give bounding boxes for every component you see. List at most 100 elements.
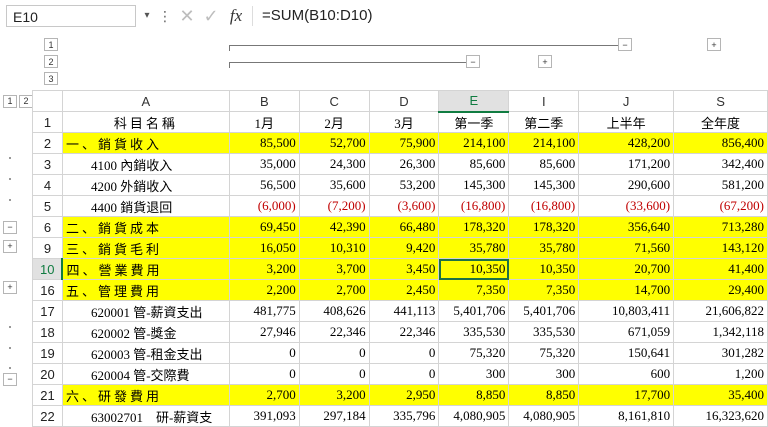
value-cell[interactable]: 3,200 <box>228 258 300 280</box>
row-header[interactable]: 22 <box>32 405 63 427</box>
value-cell[interactable]: 16,050 <box>228 237 300 259</box>
value-cell[interactable]: 8,161,810 <box>578 405 675 427</box>
column-header-d[interactable]: D <box>368 90 440 112</box>
value-cell[interactable]: 0 <box>368 342 440 364</box>
column-title-cell[interactable]: 上半年 <box>578 111 675 133</box>
value-cell[interactable]: 3,200 <box>298 384 370 406</box>
value-cell[interactable]: 8,850 <box>508 384 580 406</box>
cancel-icon[interactable]: ✕ <box>178 5 196 27</box>
value-cell[interactable]: 56,500 <box>228 174 300 196</box>
row-header[interactable]: 16 <box>32 279 63 301</box>
value-cell[interactable]: 581,200 <box>673 174 768 196</box>
value-cell[interactable]: (7,200) <box>298 195 370 217</box>
row-header[interactable]: 3 <box>32 153 63 175</box>
value-cell[interactable]: 10,350 <box>508 258 580 280</box>
account-name-cell[interactable]: 四、營業費用 <box>61 258 230 280</box>
account-name-cell[interactable]: 620001 管-薪資支出 <box>61 300 230 322</box>
value-cell[interactable]: 85,600 <box>508 153 580 175</box>
value-cell[interactable]: 391,093 <box>228 405 300 427</box>
value-cell[interactable]: 145,300 <box>438 174 510 196</box>
value-cell[interactable]: 3,700 <box>298 258 370 280</box>
value-cell[interactable]: 66,480 <box>368 216 440 238</box>
value-cell[interactable]: 4,080,905 <box>508 405 580 427</box>
value-cell[interactable]: 297,184 <box>298 405 370 427</box>
row-header[interactable]: 1 <box>32 111 63 133</box>
value-cell[interactable]: 35,780 <box>438 237 510 259</box>
row-header[interactable]: 6 <box>32 216 63 238</box>
account-name-cell[interactable]: 一、銷貨收入 <box>61 132 230 154</box>
value-cell[interactable]: 22,346 <box>368 321 440 343</box>
expand-row-group-button[interactable]: + <box>3 240 17 253</box>
value-cell[interactable]: 35,780 <box>508 237 580 259</box>
column-title-cell[interactable]: 第一季 <box>438 111 510 133</box>
row-header[interactable]: 21 <box>32 384 63 406</box>
value-cell[interactable]: 3,450 <box>368 258 440 280</box>
value-cell[interactable]: 53,200 <box>368 174 440 196</box>
value-cell[interactable]: 10,310 <box>298 237 370 259</box>
value-cell[interactable]: 24,300 <box>298 153 370 175</box>
account-name-cell[interactable]: 二、銷貨成本 <box>61 216 230 238</box>
value-cell[interactable]: 2,950 <box>368 384 440 406</box>
value-cell[interactable]: 4,080,905 <box>438 405 510 427</box>
value-cell[interactable]: 0 <box>298 342 370 364</box>
row-header[interactable]: 9 <box>32 237 63 259</box>
account-name-cell[interactable]: 620002 管-獎金 <box>61 321 230 343</box>
name-box[interactable]: E10 <box>6 5 136 27</box>
value-cell[interactable]: 5,401,706 <box>508 300 580 322</box>
column-header-i[interactable]: I <box>508 90 580 112</box>
expand-group-button[interactable]: + <box>707 38 721 51</box>
row-outline-level-1-button[interactable]: 1 <box>3 95 17 108</box>
account-name-cell[interactable]: 4100 內銷收入 <box>61 153 230 175</box>
value-cell[interactable]: 600 <box>578 363 675 385</box>
value-cell[interactable]: 35,400 <box>673 384 768 406</box>
column-header-a[interactable]: A <box>61 90 230 112</box>
value-cell[interactable]: 2,450 <box>368 279 440 301</box>
row-header[interactable]: 10 <box>32 258 64 280</box>
value-cell[interactable]: 0 <box>368 363 440 385</box>
value-cell[interactable]: 671,059 <box>578 321 675 343</box>
collapse-row-group-button[interactable]: − <box>3 221 17 234</box>
value-cell[interactable]: 5,401,706 <box>438 300 510 322</box>
value-cell[interactable]: 9,420 <box>368 237 440 259</box>
enter-icon[interactable]: ✓ <box>202 5 220 27</box>
value-cell[interactable]: 10,803,411 <box>578 300 675 322</box>
name-box-dropdown-icon[interactable]: ▾ <box>140 5 154 27</box>
value-cell[interactable]: (6,000) <box>228 195 300 217</box>
value-cell[interactable]: 290,600 <box>578 174 675 196</box>
value-cell[interactable]: 300 <box>438 363 510 385</box>
value-cell[interactable]: 143,120 <box>673 237 768 259</box>
value-cell[interactable]: 8,850 <box>438 384 510 406</box>
formula-input[interactable]: =SUM(B10:D10) <box>262 5 762 27</box>
row-header[interactable]: 5 <box>32 195 63 217</box>
column-title-cell[interactable]: 第二季 <box>508 111 580 133</box>
value-cell[interactable]: 41,400 <box>673 258 768 280</box>
account-name-cell[interactable]: 4400 銷貨退回 <box>61 195 230 217</box>
value-cell[interactable]: 26,300 <box>368 153 440 175</box>
value-cell[interactable]: 335,530 <box>438 321 510 343</box>
value-cell[interactable]: 300 <box>508 363 580 385</box>
outline-level-2-button[interactable]: 2 <box>44 55 58 68</box>
value-cell[interactable]: 7,350 <box>508 279 580 301</box>
value-cell[interactable]: 441,113 <box>368 300 440 322</box>
value-cell[interactable]: 0 <box>228 342 300 364</box>
row-header[interactable]: 20 <box>32 363 63 385</box>
row-header[interactable]: 17 <box>32 300 63 322</box>
value-cell[interactable]: 335,796 <box>368 405 440 427</box>
account-name-cell[interactable]: 三、銷貨毛利 <box>61 237 230 259</box>
value-cell[interactable]: 2,700 <box>228 384 300 406</box>
value-cell[interactable]: 75,320 <box>508 342 580 364</box>
value-cell[interactable]: 22,346 <box>298 321 370 343</box>
value-cell[interactable]: 71,560 <box>578 237 675 259</box>
value-cell[interactable]: 35,000 <box>228 153 300 175</box>
account-name-cell[interactable]: 63002701 研-薪資支 <box>61 405 230 427</box>
column-header-e[interactable]: E <box>438 90 510 113</box>
value-cell[interactable]: 42,390 <box>298 216 370 238</box>
value-cell[interactable]: 214,100 <box>508 132 580 154</box>
value-cell[interactable]: 29,400 <box>673 279 768 301</box>
value-cell[interactable]: (16,800) <box>508 195 580 217</box>
value-cell[interactable]: (67,200) <box>673 195 768 217</box>
value-cell[interactable]: 1,200 <box>673 363 768 385</box>
value-cell[interactable]: (16,800) <box>438 195 510 217</box>
collapse-row-group-button[interactable]: − <box>3 373 17 386</box>
column-header-b[interactable]: B <box>228 90 300 112</box>
